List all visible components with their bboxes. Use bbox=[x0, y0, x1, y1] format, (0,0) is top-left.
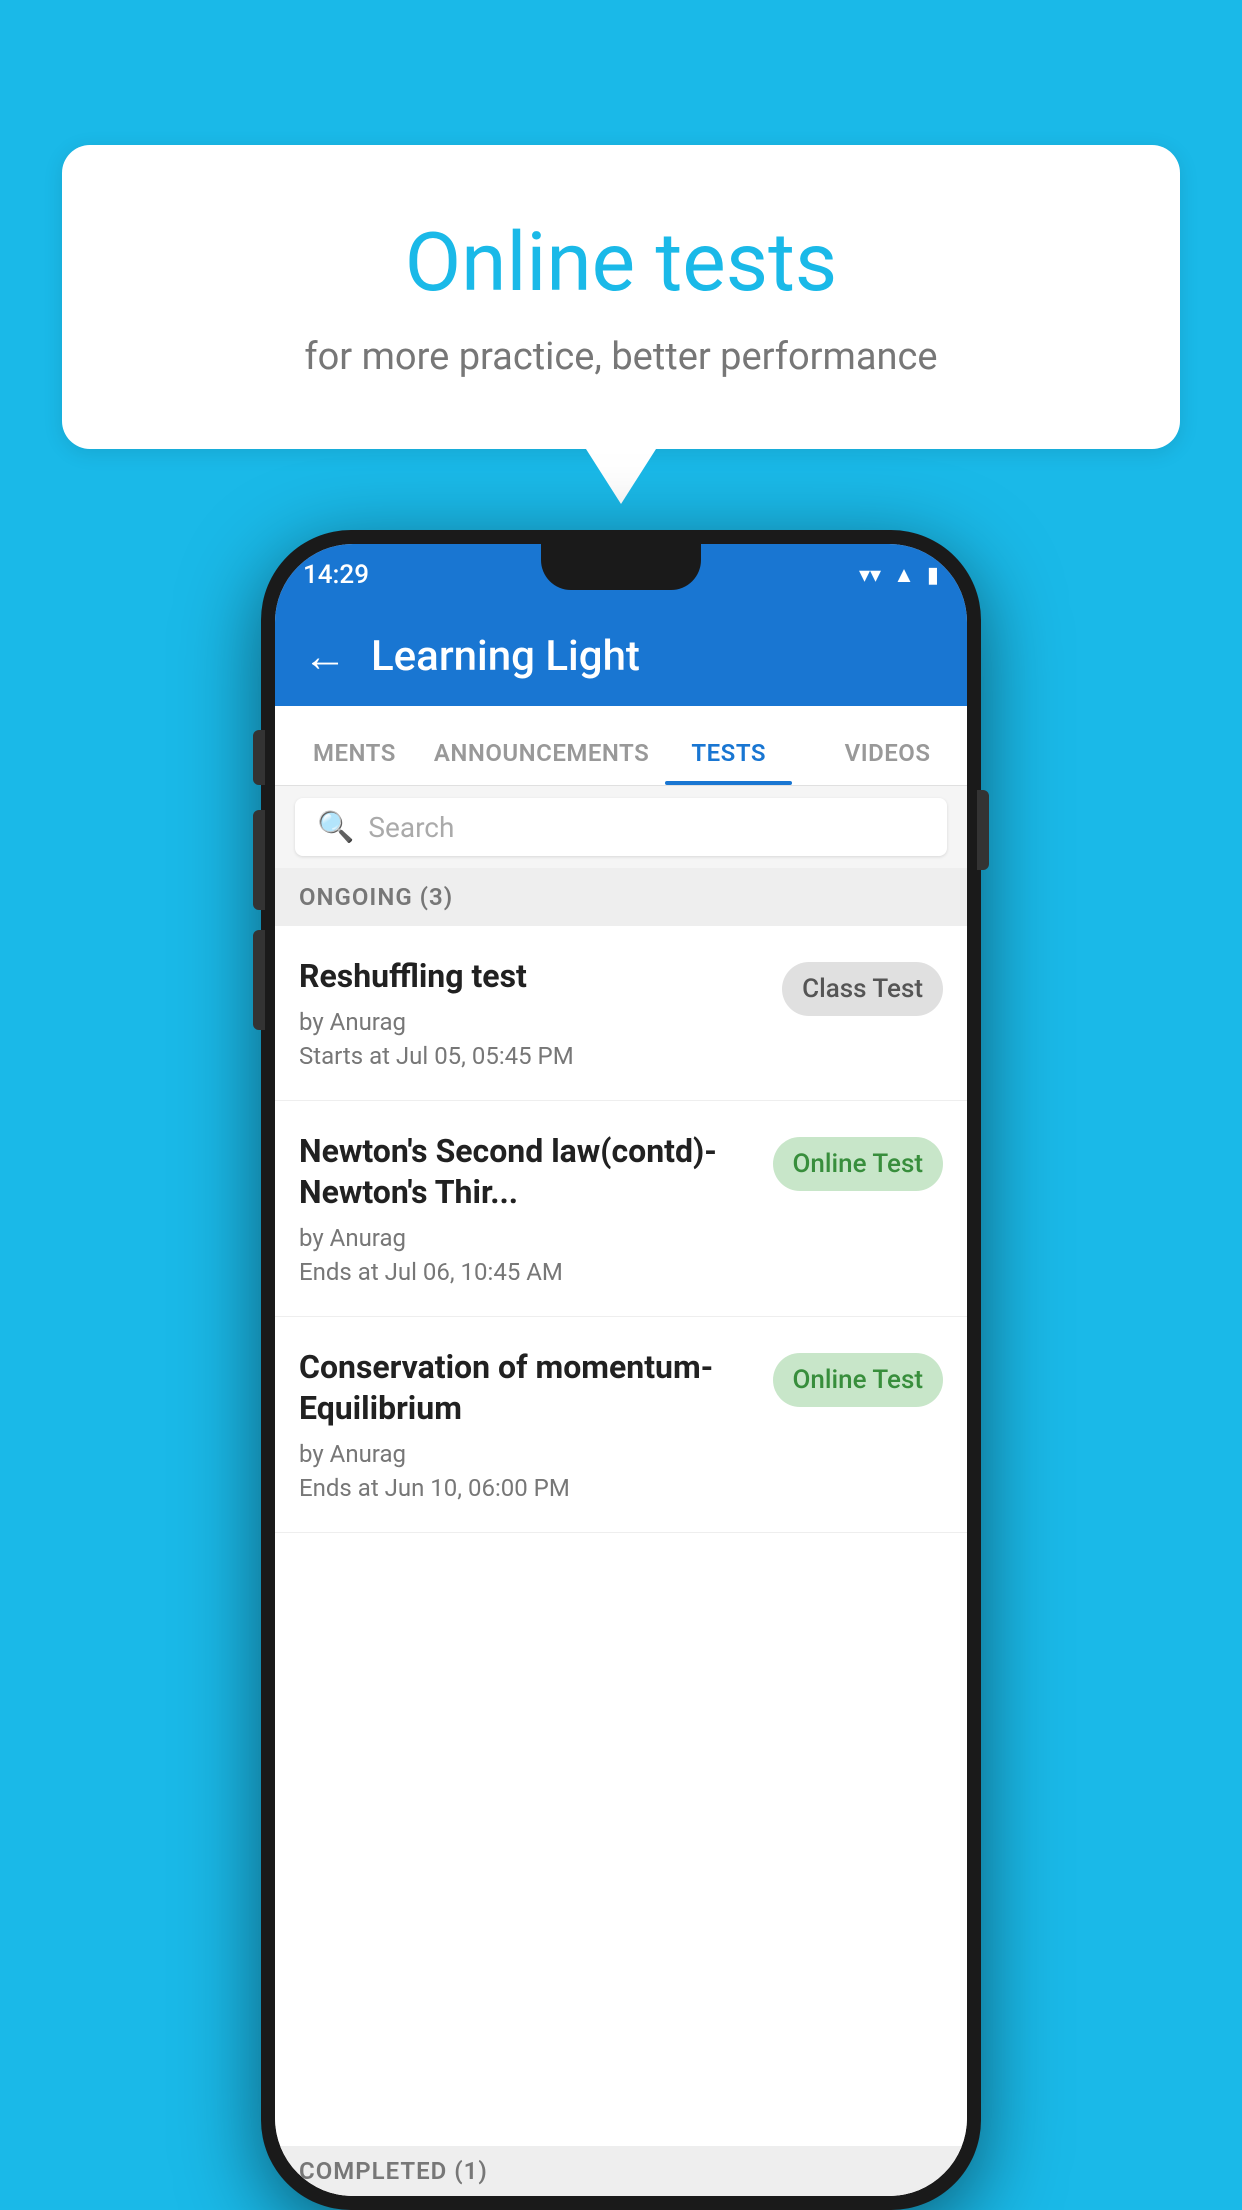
search-placeholder: Search bbox=[368, 811, 454, 844]
phone-mute-button bbox=[253, 730, 265, 785]
test-item[interactable]: Newton's Second law(contd)-Newton's Thir… bbox=[275, 1101, 967, 1317]
test-date: Starts at Jul 05, 05:45 PM bbox=[299, 1042, 766, 1070]
speech-bubble: Online tests for more practice, better p… bbox=[62, 145, 1180, 449]
speech-bubble-subtitle: for more practice, better performance bbox=[142, 335, 1100, 379]
tab-ments[interactable]: MENTS bbox=[275, 739, 434, 785]
status-icons: ▾▾ ▲ ▮ bbox=[859, 562, 939, 588]
test-author: by Anurag bbox=[299, 1440, 757, 1468]
phone-volume-down-button bbox=[253, 930, 265, 1030]
test-info: Newton's Second law(contd)-Newton's Thir… bbox=[299, 1131, 757, 1286]
test-item[interactable]: Conservation of momentum-Equilibrium by … bbox=[275, 1317, 967, 1533]
test-name: Conservation of momentum-Equilibrium bbox=[299, 1347, 757, 1430]
test-item[interactable]: Reshuffling test by Anurag Starts at Jul… bbox=[275, 926, 967, 1101]
test-author: by Anurag bbox=[299, 1008, 766, 1036]
ongoing-section-header: ONGOING (3) bbox=[275, 868, 967, 926]
phone-screen: 14:29 ▾▾ ▲ ▮ ← Learning Light MENTS ANNO… bbox=[275, 544, 967, 2196]
test-name: Reshuffling test bbox=[299, 956, 766, 998]
tab-videos[interactable]: VIDEOS bbox=[808, 739, 967, 785]
test-name: Newton's Second law(contd)-Newton's Thir… bbox=[299, 1131, 757, 1214]
completed-section-title: COMPLETED (1) bbox=[299, 2157, 488, 2185]
search-icon: 🔍 bbox=[317, 810, 354, 845]
tests-list: Reshuffling test by Anurag Starts at Jul… bbox=[275, 926, 967, 2196]
battery-icon: ▮ bbox=[927, 563, 939, 588]
test-author: by Anurag bbox=[299, 1224, 757, 1252]
test-badge-class: Class Test bbox=[782, 962, 943, 1016]
completed-section-header: COMPLETED (1) bbox=[275, 2146, 967, 2196]
tab-announcements[interactable]: ANNOUNCEMENTS bbox=[434, 739, 649, 785]
tabs-container: MENTS ANNOUNCEMENTS TESTS VIDEOS bbox=[275, 706, 967, 786]
phone-notch bbox=[541, 544, 701, 590]
signal-icon: ▲ bbox=[893, 562, 915, 588]
test-date: Ends at Jul 06, 10:45 AM bbox=[299, 1258, 757, 1286]
test-info: Reshuffling test by Anurag Starts at Jul… bbox=[299, 956, 766, 1070]
app-title: Learning Light bbox=[371, 632, 640, 681]
speech-bubble-container: Online tests for more practice, better p… bbox=[62, 145, 1180, 504]
back-button[interactable]: ← bbox=[303, 630, 347, 682]
tab-tests[interactable]: TESTS bbox=[649, 739, 808, 785]
phone-volume-up-button bbox=[253, 810, 265, 910]
speech-bubble-title: Online tests bbox=[142, 215, 1100, 311]
test-date: Ends at Jun 10, 06:00 PM bbox=[299, 1474, 757, 1502]
wifi-icon: ▾▾ bbox=[859, 563, 881, 588]
speech-bubble-arrow bbox=[586, 449, 656, 504]
ongoing-section-title: ONGOING (3) bbox=[299, 883, 453, 911]
test-badge-online: Online Test bbox=[773, 1137, 944, 1191]
test-badge-online-2: Online Test bbox=[773, 1353, 944, 1407]
app-bar: ← Learning Light bbox=[275, 606, 967, 706]
phone-power-button bbox=[977, 790, 989, 870]
search-input-wrapper[interactable]: 🔍 Search bbox=[295, 798, 947, 856]
phone-device: 14:29 ▾▾ ▲ ▮ ← Learning Light MENTS ANNO… bbox=[261, 530, 981, 2210]
status-time: 14:29 bbox=[303, 560, 369, 590]
search-container: 🔍 Search bbox=[275, 786, 967, 868]
test-info: Conservation of momentum-Equilibrium by … bbox=[299, 1347, 757, 1502]
